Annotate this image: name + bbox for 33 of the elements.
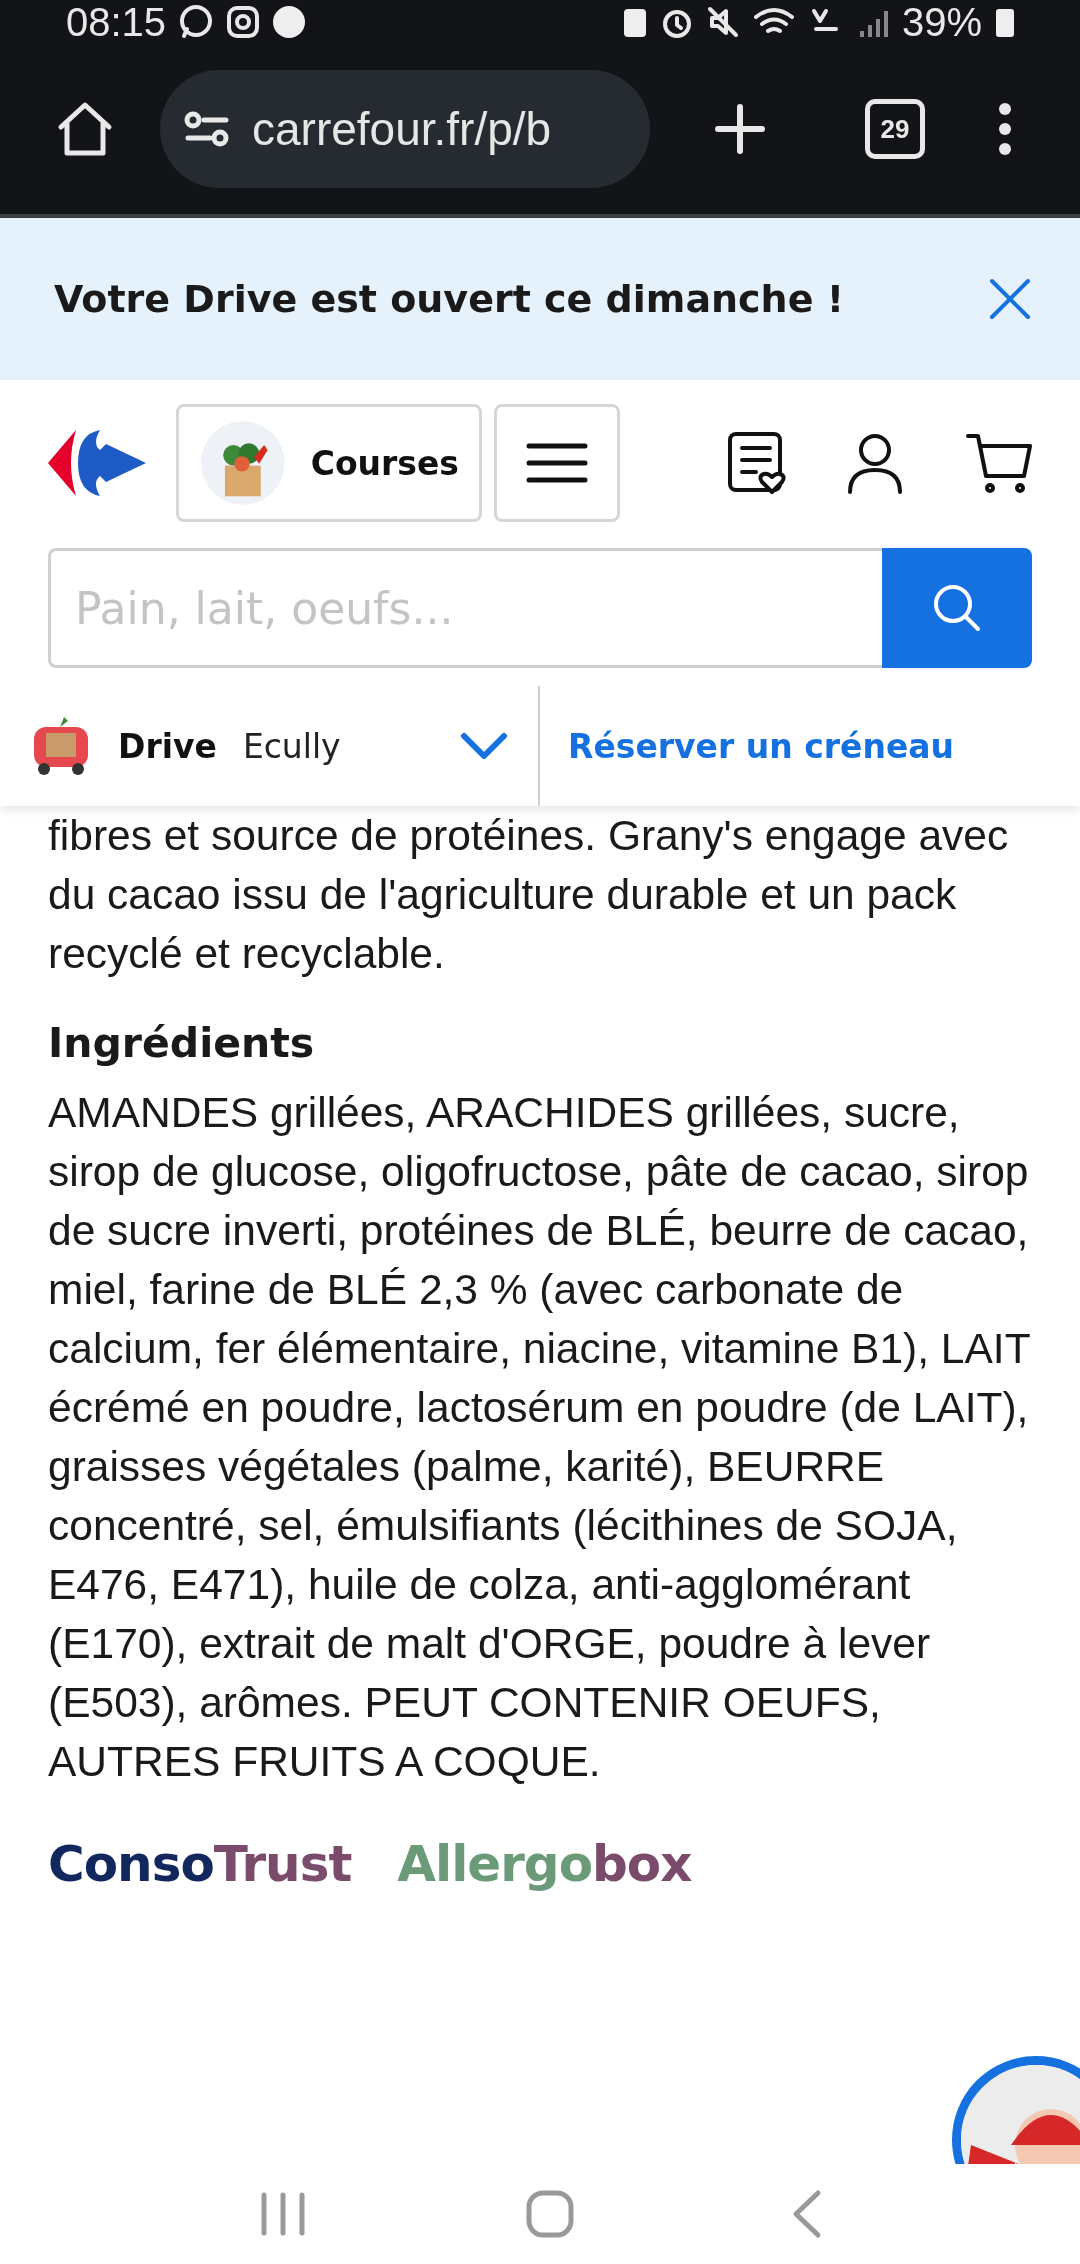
tab-switcher-button[interactable]: 29: [830, 84, 960, 174]
ingredients-text: AMANDES grillées, ARACHIDES grillées, sucre, sirop de glucose, oligofructose, pâte de cacao, sirop de sucre inverti, protéines de BLÉ, beurre de cacao, miel, farine de BLÉ 2,3 % (avec carbonate de calcium, fer élémentaire, niacine, vitamine B1), LAIT écrémé en poudre, lactosérum en poudre (de LAIT), graisses végétales (palme, karité), BEURRE concentré, sel, émulsifiants (lécithines de SOJA, E476, E471), huile de colza, anti-agglomérant (E170), extrait de malt d'ORGE, poudre à lever (E503), arômes. PEUT CONTENIR OEUFS, AUTRES FRUITS A COQUE.: [48, 1088, 1031, 1787]
drive-label: Drive: [118, 726, 217, 766]
drive-store-selector[interactable]: Drive Ecully: [0, 686, 540, 806]
ingredients-heading: Ingrédients: [48, 1019, 316, 1067]
menu-icon: [526, 442, 588, 484]
book-slot-link[interactable]: Réserver un créneau: [540, 726, 955, 766]
banner-text: Votre Drive est ouvert ce dimanche !: [54, 277, 845, 321]
search-button[interactable]: [882, 548, 1032, 668]
account-icon[interactable]: [846, 432, 904, 494]
chevron-down-icon: [460, 732, 508, 760]
store-name: Ecully: [242, 726, 342, 766]
shop-button[interactable]: Courses: [176, 404, 482, 522]
search-field[interactable]: Pain, lait, oeufs...: [48, 548, 882, 668]
cart-icon[interactable]: [966, 432, 1032, 494]
home-button-icon[interactable]: [525, 2189, 575, 2239]
circle-icon: [272, 5, 307, 39]
consotrust-logo: ConsoTrust: [48, 1835, 352, 1893]
menu-button[interactable]: [494, 404, 620, 522]
logo-icon[interactable]: [48, 430, 146, 496]
description-text: fibres et source de protéines. Grany's engage avec du cacao issu de l'agriculture durable et un pack recyclé et recyclable.: [48, 811, 1010, 979]
address-bar[interactable]: carrefour.fr/p/b: [160, 70, 650, 188]
allergobox-logo: Allergobox: [397, 1835, 692, 1893]
search-icon: [932, 583, 982, 633]
camera-icon: [226, 5, 261, 39]
clock-time: 08:15: [66, 0, 167, 45]
back-icon[interactable]: [791, 2189, 822, 2239]
battery-percent: 39%: [901, 0, 982, 45]
plus-icon: [715, 104, 765, 154]
close-icon[interactable]: [988, 277, 1032, 321]
site-settings-icon: [184, 109, 230, 149]
mute-icon: [705, 5, 740, 39]
chat-icon: [178, 4, 215, 40]
